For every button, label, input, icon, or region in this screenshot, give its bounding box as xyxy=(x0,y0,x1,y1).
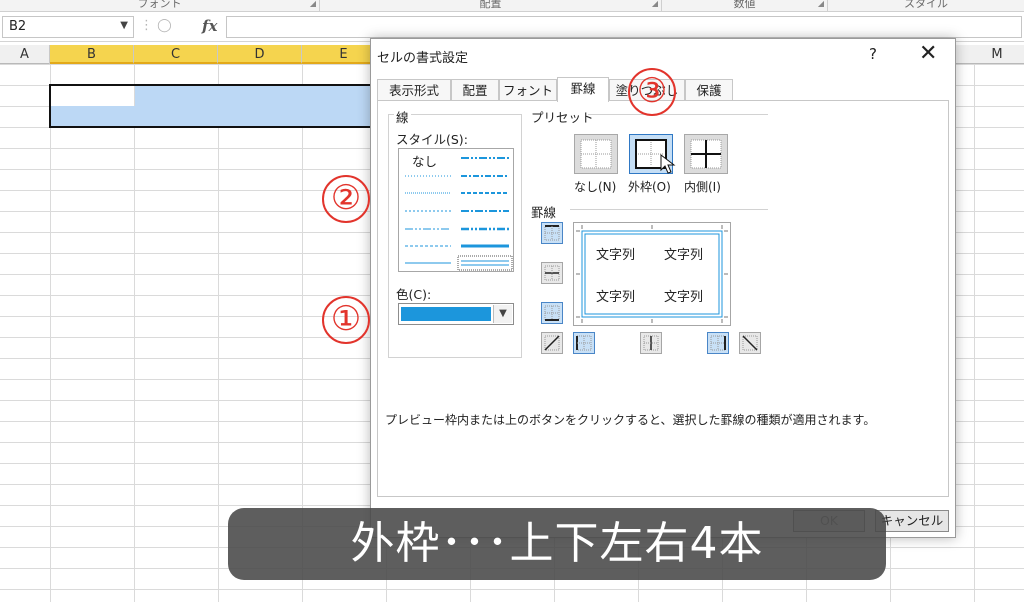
preview-text: 文字列 xyxy=(664,248,704,263)
border-right-icon xyxy=(710,335,726,351)
tab-protection[interactable]: 保護 xyxy=(685,79,733,101)
dialog-title: セルの書式設定 xyxy=(377,51,469,66)
dialog-launcher-icon[interactable]: ◢ xyxy=(310,0,316,8)
tab-border[interactable]: 罫線 xyxy=(557,77,609,102)
mouse-pointer-icon xyxy=(660,154,676,174)
preset-inside-label: 内側(I) xyxy=(684,180,721,194)
ribbon-group-styles: スタイル xyxy=(828,0,1024,11)
preset-group-title: プリセット xyxy=(531,110,594,125)
annotation-marker-2: ② xyxy=(322,175,370,223)
ribbon-group-number-label: 数値 xyxy=(733,0,756,10)
ribbon-group-labels: フォント ◢ 配置 ◢ 数値 ◢ スタイル xyxy=(0,0,1024,12)
border-bottom-button[interactable] xyxy=(541,302,563,324)
column-header-m[interactable]: M xyxy=(970,45,1024,64)
border-tab-panel: 線 スタイル(S): なし 色(C): ▼ プリセット なし(N) 外枠(O) … xyxy=(377,100,949,497)
preview-text: 文字列 xyxy=(596,248,636,263)
column-header-a[interactable]: A xyxy=(0,45,50,64)
selected-range[interactable] xyxy=(49,84,389,128)
ribbon-group-font-label: フォント xyxy=(137,0,182,10)
border-none-icon xyxy=(580,139,612,169)
ribbon-group-alignment-label: 配置 xyxy=(479,0,502,10)
ribbon-group-alignment: 配置 ◢ xyxy=(320,0,662,11)
ribbon-group-font: フォント ◢ xyxy=(0,0,320,11)
line-style-samples[interactable] xyxy=(399,149,515,273)
divider xyxy=(588,114,768,115)
border-diagonal-down-button[interactable] xyxy=(739,332,761,354)
tab-alignment[interactable]: 配置 xyxy=(451,79,499,101)
cancel-button[interactable]: キャンセル xyxy=(875,510,949,532)
color-label: 色(C): xyxy=(396,287,432,302)
help-icon[interactable]: ? xyxy=(869,45,877,63)
chevron-down-icon[interactable]: ▼ xyxy=(120,20,128,31)
preset-none-label: なし(N) xyxy=(574,180,617,194)
preset-inside-button[interactable] xyxy=(684,134,728,174)
dialog-titlebar[interactable]: セルの書式設定 ? ✕ xyxy=(371,39,955,73)
dialog-launcher-icon[interactable]: ◢ xyxy=(652,0,658,8)
line-group: 線 スタイル(S): なし 色(C): ▼ xyxy=(388,107,522,358)
subtitle-caption: 外枠･･･上下左右4本 xyxy=(228,508,886,580)
color-dropdown[interactable]: ▼ xyxy=(398,303,514,325)
border-right-button[interactable] xyxy=(707,332,729,354)
ribbon-group-number: 数値 ◢ xyxy=(662,0,828,11)
name-box-value: B2 xyxy=(9,19,27,34)
formula-input[interactable] xyxy=(226,16,1022,38)
column-header-c[interactable]: C xyxy=(134,45,218,64)
border-inside-vertical-button[interactable] xyxy=(640,332,662,354)
line-style-list[interactable]: なし xyxy=(398,148,514,272)
border-preview[interactable]: 文字列 文字列 文字列 文字列 xyxy=(573,222,731,326)
border-top-button[interactable] xyxy=(541,222,563,244)
formula-bar-separator-icon: ⋮ ◯ xyxy=(140,18,172,33)
insert-function-icon[interactable]: fx xyxy=(202,17,217,35)
line-group-title: 線 xyxy=(394,107,411,126)
divider xyxy=(570,209,768,210)
border-bottom-icon xyxy=(544,305,560,321)
border-inside-icon xyxy=(690,139,722,169)
border-inside-horizontal-button[interactable] xyxy=(541,262,563,284)
border-left-icon xyxy=(576,335,592,351)
preview-text: 文字列 xyxy=(664,290,704,305)
preset-none-button[interactable] xyxy=(574,134,618,174)
tab-font[interactable]: フォント xyxy=(499,79,557,101)
border-hint-text: プレビュー枠内または上のボタンをクリックすると、選択した罫線の種類が適用されます… xyxy=(385,413,876,427)
border-group-title: 罫線 xyxy=(531,205,557,220)
dialog-launcher-icon[interactable]: ◢ xyxy=(818,0,824,8)
preset-outline-label: 外枠(O) xyxy=(628,180,671,194)
close-icon[interactable]: ✕ xyxy=(919,41,937,66)
name-box[interactable]: B2 ▼ xyxy=(2,16,134,38)
annotation-marker-3: ③ xyxy=(628,68,676,116)
border-diagonal-up-button[interactable] xyxy=(541,332,563,354)
border-preview-lines xyxy=(576,225,728,323)
tab-number[interactable]: 表示形式 xyxy=(377,79,451,101)
chevron-down-icon[interactable]: ▼ xyxy=(493,305,512,323)
column-header-d[interactable]: D xyxy=(218,45,302,64)
border-left-button[interactable] xyxy=(573,332,595,354)
border-top-icon xyxy=(544,225,560,241)
annotation-marker-1: ① xyxy=(322,296,370,344)
color-swatch xyxy=(401,307,491,321)
ribbon-group-styles-label: スタイル xyxy=(904,0,948,10)
preview-text: 文字列 xyxy=(596,290,636,305)
column-header-b[interactable]: B xyxy=(50,45,134,64)
style-label: スタイル(S): xyxy=(396,132,468,147)
border-diagonal-down-icon xyxy=(742,335,758,351)
border-inside-horizontal-icon xyxy=(544,265,560,281)
border-inside-vertical-icon xyxy=(643,335,659,351)
border-diagonal-up-icon xyxy=(544,335,560,351)
